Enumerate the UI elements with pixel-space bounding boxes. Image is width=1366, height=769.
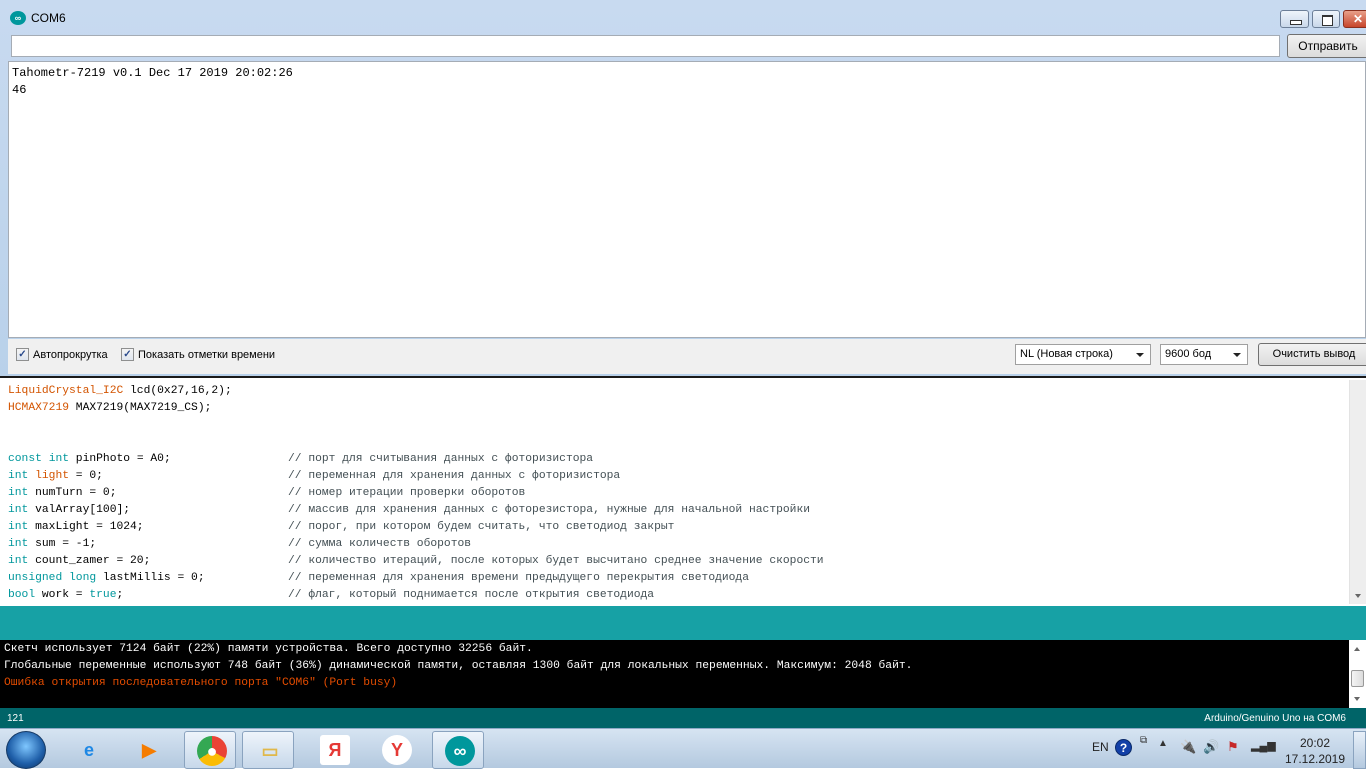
status-bar: 121 Arduino/Genuino Uno на COM6: [0, 708, 1366, 728]
code-comment: // номер итерации проверки оборотов: [288, 487, 526, 499]
window-title: COM6: [31, 11, 66, 25]
autoscroll-label: Автопрокрутка: [33, 348, 108, 361]
console-line: Скетч использует 7124 байт (22%) памяти …: [4, 643, 533, 655]
message-bar: [0, 606, 1366, 640]
send-button[interactable]: Отправить: [1287, 34, 1366, 58]
power-icon[interactable]: 🔌: [1180, 739, 1196, 755]
scroll-up-arrow-icon[interactable]: [1354, 647, 1360, 651]
code-statement: bool work = true;: [8, 589, 124, 601]
taskbar-app-file-explorer[interactable]: ▭: [242, 731, 294, 769]
baud-rate-value: 9600 бод: [1165, 348, 1212, 360]
serial-footer: ✓ Автопрокрутка ✓ Показать отметки време…: [8, 339, 1366, 374]
code-statement: HCMAX7219 MAX7219(MAX7219_CS);: [8, 402, 212, 414]
close-button[interactable]: ✕: [1343, 10, 1366, 28]
clock[interactable]: 20:02 17.12.2019: [1280, 735, 1350, 767]
taskbar-app-arduino[interactable]: ∞: [432, 731, 484, 769]
code-comment: // сумма количеств оборотов: [288, 538, 472, 550]
board-info: Arduino/Genuino Uno на COM6: [1204, 713, 1346, 724]
start-button[interactable]: [6, 731, 46, 769]
serial-output-line: 46: [12, 83, 27, 97]
yandex-browser-icon: Y: [382, 735, 412, 765]
serial-monitor-window: ∞ COM6 ✕ Отправить Tahometr-7219 v0.1 De…: [0, 0, 1366, 378]
network-adapter-icon[interactable]: ⧉: [1140, 735, 1147, 746]
scroll-thumb[interactable]: [1351, 670, 1364, 687]
code-statement: int valArray[100];: [8, 504, 131, 516]
minimize-button[interactable]: [1280, 10, 1309, 28]
code-comment: // порт для считывания данных с фоторизи…: [288, 453, 594, 465]
code-comment: // количество итераций, после которых бу…: [288, 555, 824, 567]
checkbox-checked-icon[interactable]: ✓: [121, 348, 134, 361]
taskbar-app-yandex[interactable]: Я: [308, 731, 360, 769]
console-error-line: Ошибка открытия последовательного порта …: [4, 677, 398, 689]
baud-rate-select[interactable]: 9600 бод: [1160, 344, 1248, 365]
serial-send-input[interactable]: [11, 35, 1280, 57]
autoscroll-checkbox[interactable]: ✓ Автопрокрутка: [16, 348, 108, 361]
code-editor[interactable]: LiquidCrystal_I2C lcd(0x27,16,2); HCMAX72…: [0, 380, 1366, 604]
show-hidden-icons-arrow[interactable]: ▲: [1158, 738, 1168, 749]
code-statement: int maxLight = 1024;: [8, 521, 144, 533]
show-timestamps-checkbox[interactable]: ✓ Показать отметки времени: [121, 348, 275, 361]
code-statement: int light = 0;: [8, 470, 103, 482]
code-statement: unsigned long lastMillis = 0;: [8, 572, 205, 584]
help-icon[interactable]: ?: [1115, 739, 1132, 756]
taskbar-app-internet-explorer[interactable]: e: [62, 731, 114, 769]
language-indicator[interactable]: EN: [1092, 740, 1109, 754]
code-comment: // порог, при котором будем считать, что…: [288, 521, 675, 533]
serial-output-line: Tahometr-7219 v0.1 Dec 17 2019 20:02:26: [12, 66, 293, 80]
scroll-down-arrow-icon[interactable]: [1354, 697, 1360, 701]
file-explorer-icon: ▭: [261, 741, 279, 761]
scroll-down-arrow-icon[interactable]: [1355, 594, 1361, 598]
code-statement: int numTurn = 0;: [8, 487, 117, 499]
media-player-icon: ▶: [142, 740, 156, 760]
arduino-icon: ∞: [10, 11, 26, 25]
console-text: Скетч использует 7124 байт (22%) памяти …: [4, 641, 912, 692]
editor-scrollbar[interactable]: [1349, 380, 1366, 604]
internet-explorer-icon: e: [83, 740, 94, 760]
chrome-icon: ●: [197, 736, 227, 766]
code-comment: // переменная для хранения времени преды…: [288, 572, 749, 584]
code-comment: // переменная для хранения данных с фото…: [288, 470, 621, 482]
show-desktop-button[interactable]: [1353, 731, 1366, 769]
clock-time: 20:02: [1299, 736, 1331, 750]
dropdown-arrow-icon: [1136, 353, 1144, 357]
clock-date: 17.12.2019: [1284, 752, 1346, 766]
code-statement: const int pinPhoto = A0;: [8, 453, 171, 465]
console-scrollbar[interactable]: [1349, 640, 1366, 708]
code-statement: int sum = -1;: [8, 538, 97, 550]
console-output[interactable]: Скетч использует 7124 байт (22%) памяти …: [0, 640, 1366, 708]
line-number: 121: [7, 713, 24, 724]
taskbar-app-media-player[interactable]: ▶: [122, 731, 174, 769]
title-bar[interactable]: ∞ COM6 ✕: [0, 0, 1366, 32]
code-statement: LiquidCrystal_I2C lcd(0x27,16,2);: [8, 385, 232, 397]
taskbar-app-yandex-browser[interactable]: Y: [370, 731, 422, 769]
yandex-icon: Я: [320, 735, 350, 765]
taskbar-app-chrome[interactable]: ●: [184, 731, 236, 769]
code-comment: // флаг, который поднимается после откры…: [288, 589, 655, 601]
serial-output[interactable]: Tahometr-7219 v0.1 Dec 17 2019 20:02:26 4…: [8, 61, 1366, 338]
code-comment: // массив для хранения данных с фоторези…: [288, 504, 811, 516]
dropdown-arrow-icon: [1233, 353, 1241, 357]
checkbox-checked-icon[interactable]: ✓: [16, 348, 29, 361]
signal-strength-icon[interactable]: ▂▄▆: [1251, 739, 1276, 752]
taskbar: e ▶ ● ▭ Я Y ∞ EN ? ⧉ ▲ 🔌 🔊 ⚑ ▂▄▆ 20:02 17.12.2…: [0, 728, 1366, 769]
line-ending-select[interactable]: NL (Новая строка): [1015, 344, 1151, 365]
code-statement: int count_zamer = 20;: [8, 555, 151, 567]
clear-output-button[interactable]: Очистить вывод: [1258, 343, 1366, 366]
line-ending-value: NL (Новая строка): [1020, 348, 1113, 360]
volume-icon[interactable]: 🔊: [1203, 739, 1219, 755]
console-line: Глобальные переменные используют 748 бай…: [4, 660, 913, 672]
show-timestamps-label: Показать отметки времени: [138, 348, 276, 361]
action-center-flag-icon[interactable]: ⚑: [1227, 739, 1239, 755]
maximize-button[interactable]: [1312, 10, 1340, 28]
arduino-icon: ∞: [445, 736, 475, 766]
